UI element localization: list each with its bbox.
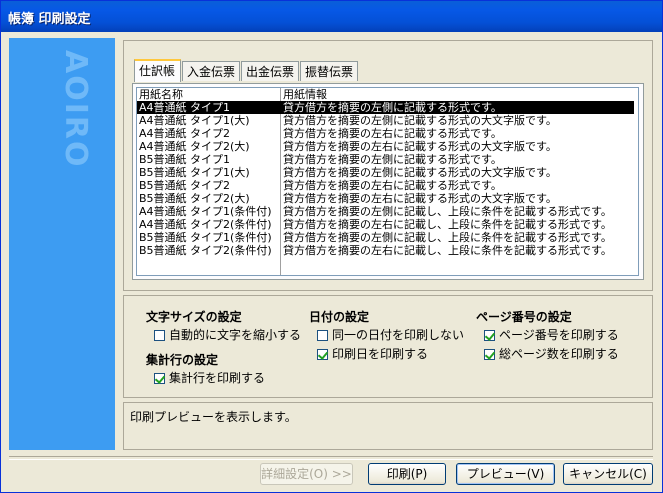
date-settings-title: 日付の設定 bbox=[309, 310, 370, 324]
list-item[interactable]: B5普通紙 タイプ2 貸方借方を摘要の左右に記載する形式です。 bbox=[137, 179, 634, 192]
column-header-paper-info[interactable]: 用紙情報 bbox=[283, 88, 638, 101]
aoiro-logo-text: AOIRO bbox=[58, 50, 93, 169]
paper-info-cell: 貸方借方を摘要の左側に記載する形式の大文字版です。 bbox=[283, 166, 557, 179]
list-item[interactable]: A4普通紙 タイプ1(大) 貸方借方を摘要の左側に記載する形式の大文字版です。 bbox=[137, 114, 634, 127]
paper-info-cell: 貸方借方を摘要の左右に記載し、上段に条件を記載する形式です。 bbox=[283, 244, 612, 257]
paper-name-cell: B5普通紙 タイプ2 bbox=[139, 179, 231, 192]
checkbox-label: 総ページ数を印刷する bbox=[499, 347, 619, 361]
paper-info-cell: 貸方借方を摘要の左右に記載する形式です。 bbox=[283, 179, 502, 192]
paper-info-cell: 貸方借方を摘要の左側に記載する形式です。 bbox=[283, 101, 502, 114]
font-size-settings-title: 文字サイズの設定 bbox=[146, 310, 242, 324]
paper-info-cell: 貸方借方を摘要の左側に記載し、上段に条件を記載する形式です。 bbox=[283, 205, 612, 218]
button-separator bbox=[9, 456, 653, 460]
preview-button[interactable]: プレビュー(V) bbox=[456, 463, 555, 485]
print-settings-window: 帳簿 印刷設定 AOIRO 仕訳帳 入金伝票 出金伝票 振替伝票 用紙名称 用紙… bbox=[0, 0, 663, 493]
tab-journal[interactable]: 仕訳帳 bbox=[134, 59, 181, 82]
print-options-panel: 文字サイズの設定 自動的に文字を縮小する 集計行の設定 集計行を印刷する 日付の… bbox=[123, 295, 653, 398]
checkbox-box bbox=[154, 330, 165, 341]
paper-info-cell: 貸方借方を摘要の左側に記載する形式です。 bbox=[283, 153, 502, 166]
aoiro-logo: AOIRO bbox=[58, 50, 93, 169]
tab-receipt-slip[interactable]: 入金伝票 bbox=[182, 61, 240, 81]
title-bar[interactable]: 帳簿 印刷設定 bbox=[1, 1, 662, 32]
checkbox-box bbox=[484, 349, 495, 360]
column-header-paper-name[interactable]: 用紙名称 bbox=[139, 88, 279, 101]
checkbox-label: 自動的に文字を縮小する bbox=[169, 328, 302, 342]
print-total-pages-checkbox[interactable]: 総ページ数を印刷する bbox=[484, 347, 619, 361]
list-item[interactable]: B5普通紙 タイプ1(条件付) 貸方借方を摘要の左側に記載し、上段に条件を記載する… bbox=[137, 231, 634, 244]
paper-name-cell: A4普通紙 タイプ2 bbox=[139, 127, 231, 140]
dialog-body: AOIRO 仕訳帳 入金伝票 出金伝票 振替伝票 用紙名称 用紙情報 A4普通紙… bbox=[4, 32, 659, 491]
paper-info-cell: 貸方借方を摘要の左右に記載し、上段に条件を記載する形式です。 bbox=[283, 218, 612, 231]
status-text: 印刷プレビューを表示します。 bbox=[130, 410, 297, 424]
list-item[interactable]: B5普通紙 タイプ2(条件付) 貸方借方を摘要の左右に記載し、上段に条件を記載する… bbox=[137, 244, 634, 257]
list-header: 用紙名称 用紙情報 bbox=[137, 88, 638, 101]
paper-list[interactable]: 用紙名称 用紙情報 A4普通紙 タイプ1 貸方借方を摘要の左側に記載する形式です。… bbox=[136, 87, 639, 276]
list-item[interactable]: A4普通紙 タイプ2(条件付) 貸方借方を摘要の左右に記載し、上段に条件を記載する… bbox=[137, 218, 634, 231]
details-button[interactable]: 詳細設定(O) >> bbox=[260, 463, 353, 485]
status-panel: 印刷プレビューを表示します。 bbox=[123, 402, 653, 450]
print-date-checkbox[interactable]: 印刷日を印刷する bbox=[317, 347, 428, 361]
paper-selection-panel: 仕訳帳 入金伝票 出金伝票 振替伝票 用紙名称 用紙情報 A4普通紙 タイプ1 貸… bbox=[123, 40, 653, 291]
list-item[interactable]: B5普通紙 タイプ1 貸方借方を摘要の左側に記載する形式です。 bbox=[137, 153, 634, 166]
checkbox-box bbox=[154, 373, 165, 384]
paper-name-cell: A4普通紙 タイプ1(大) bbox=[139, 114, 250, 127]
tab-transfer-slip[interactable]: 振替伝票 bbox=[300, 61, 358, 81]
window-title: 帳簿 印刷設定 bbox=[8, 12, 91, 27]
checkbox-label: 同一の日付を印刷しない bbox=[332, 328, 465, 342]
auto-shrink-text-checkbox[interactable]: 自動的に文字を縮小する bbox=[154, 328, 301, 342]
list-item[interactable]: B5普通紙 タイプ2(大) 貸方借方を摘要の左右に記載する形式の大文字版です。 bbox=[137, 192, 634, 205]
checkbox-label: 印刷日を印刷する bbox=[332, 347, 429, 361]
print-total-row-checkbox[interactable]: 集計行を印刷する bbox=[154, 371, 265, 385]
skip-same-date-checkbox[interactable]: 同一の日付を印刷しない bbox=[317, 328, 464, 342]
paper-name-cell: B5普通紙 タイプ1(大) bbox=[139, 166, 250, 179]
paper-info-cell: 貸方借方を摘要の左側に記載する形式の大文字版です。 bbox=[283, 114, 557, 127]
tab-page-journal: 用紙名称 用紙情報 A4普通紙 タイプ1 貸方借方を摘要の左側に記載する形式です。… bbox=[132, 83, 644, 280]
cancel-button[interactable]: キャンセル(C) bbox=[563, 463, 653, 485]
list-item[interactable]: A4普通紙 タイプ1(条件付) 貸方借方を摘要の左側に記載し、上段に条件を記載する… bbox=[137, 205, 634, 218]
print-page-number-checkbox[interactable]: ページ番号を印刷する bbox=[484, 328, 619, 342]
checkbox-box bbox=[484, 330, 495, 341]
paper-name-cell: B5普通紙 タイプ2(大) bbox=[139, 192, 250, 205]
paper-name-cell: A4普通紙 タイプ1(条件付) bbox=[139, 205, 272, 218]
print-button[interactable]: 印刷(P) bbox=[368, 463, 446, 485]
list-item[interactable]: A4普通紙 タイプ2 貸方借方を摘要の左右に記載する形式です。 bbox=[137, 127, 634, 140]
list-item[interactable]: A4普通紙 タイプ2(大) 貸方借方を摘要の左右に記載する形式の大文字版です。 bbox=[137, 140, 634, 153]
paper-info-cell: 貸方借方を摘要の左右に記載する形式の大文字版です。 bbox=[283, 192, 557, 205]
paper-name-cell: B5普通紙 タイプ2(条件付) bbox=[139, 244, 272, 257]
checkbox-box bbox=[317, 330, 328, 341]
paper-info-cell: 貸方借方を摘要の左右に記載する形式の大文字版です。 bbox=[283, 140, 557, 153]
paper-info-cell: 貸方借方を摘要の左右に記載する形式です。 bbox=[283, 127, 502, 140]
paper-name-cell: A4普通紙 タイプ2(大) bbox=[139, 140, 250, 153]
total-row-settings-title: 集計行の設定 bbox=[146, 353, 219, 367]
paper-name-cell: B5普通紙 タイプ1 bbox=[139, 153, 231, 166]
paper-info-cell: 貸方借方を摘要の左側に記載し、上段に条件を記載する形式です。 bbox=[283, 231, 612, 244]
checkbox-label: 集計行を印刷する bbox=[169, 371, 266, 385]
checkbox-box bbox=[317, 349, 328, 360]
page-number-settings-title: ページ番号の設定 bbox=[476, 310, 572, 324]
paper-name-cell: A4普通紙 タイプ1 bbox=[139, 101, 231, 114]
paper-name-cell: A4普通紙 タイプ2(条件付) bbox=[139, 218, 272, 231]
paper-name-cell: B5普通紙 タイプ1(条件付) bbox=[139, 231, 272, 244]
aoiro-banner: AOIRO bbox=[9, 38, 115, 450]
checkbox-label: ページ番号を印刷する bbox=[499, 328, 619, 342]
list-item[interactable]: A4普通紙 タイプ1 貸方借方を摘要の左側に記載する形式です。 bbox=[137, 101, 634, 114]
list-item[interactable]: B5普通紙 タイプ1(大) 貸方借方を摘要の左側に記載する形式の大文字版です。 bbox=[137, 166, 634, 179]
tab-payment-slip[interactable]: 出金伝票 bbox=[241, 61, 299, 81]
